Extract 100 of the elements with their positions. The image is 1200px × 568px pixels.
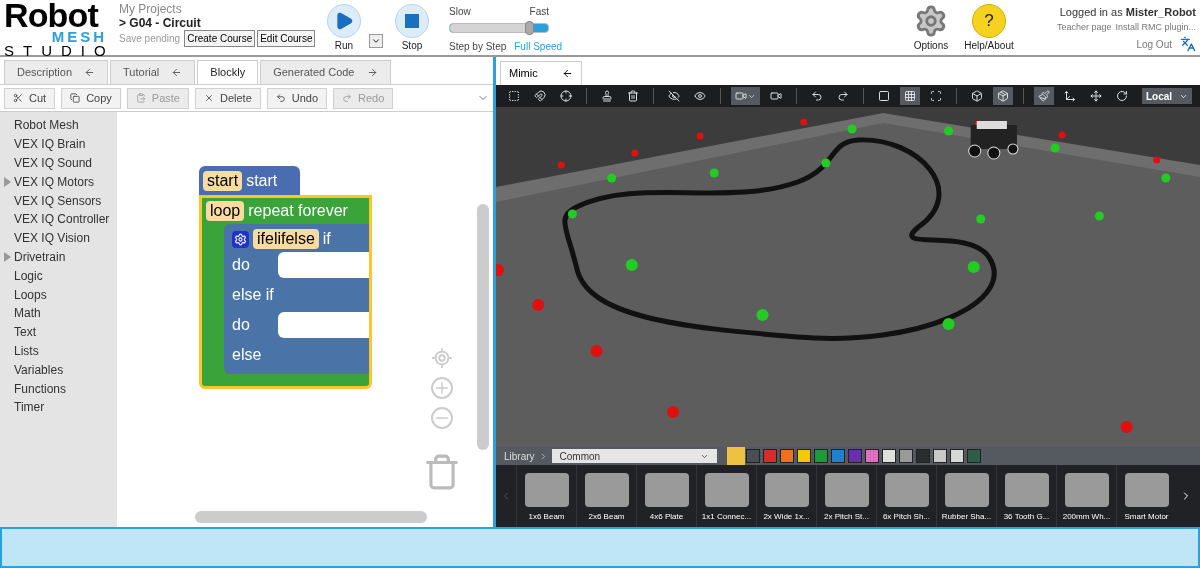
arrow-left-icon <box>84 67 96 78</box>
edit-button[interactable]: Undo <box>266 87 328 109</box>
library-part[interactable]: 6x Pitch Sh... <box>876 465 936 527</box>
magnet-icon <box>534 90 546 102</box>
account-link[interactable]: Teacher page <box>1056 20 1112 34</box>
panel-tab[interactable]: Blockly <box>197 60 259 84</box>
arrow-right-icon <box>366 67 378 78</box>
color-swatch[interactable] <box>779 449 794 463</box>
library-part[interactable]: 1x1 Connec... <box>696 465 756 527</box>
run-label: Run <box>334 39 354 53</box>
panel-tab[interactable]: Tutorial <box>110 60 196 84</box>
toolbox-category[interactable]: Variables <box>0 360 117 380</box>
track-scene-drawing[interactable] <box>496 107 1200 447</box>
toolbox-category[interactable]: VEX IQ Brain <box>0 134 117 154</box>
library-part[interactable]: 2x Wide 1x... <box>756 465 816 527</box>
if-block[interactable]: ifelifelse if do else if do else <box>224 224 369 374</box>
part-thumbnail <box>1004 473 1049 507</box>
vertical-scrollbar[interactable] <box>477 204 489 450</box>
toolbox-category[interactable]: Drivetrain <box>0 247 117 267</box>
run-dropdown[interactable] <box>369 34 383 48</box>
move-icon <box>1090 90 1102 102</box>
course-button[interactable]: Edit Course <box>257 30 316 47</box>
color-swatch[interactable] <box>898 449 913 463</box>
color-swatch[interactable] <box>915 449 930 463</box>
library-part[interactable]: 1x6 Beam <box>516 465 576 527</box>
eye-icon <box>694 90 706 102</box>
cube-icon <box>971 90 983 102</box>
horizontal-scrollbar[interactable] <box>195 511 427 523</box>
color-swatch[interactable] <box>847 449 862 463</box>
library-part[interactable]: 4x6 Plate <box>636 465 696 527</box>
color-swatch[interactable] <box>830 449 845 463</box>
gear-icon[interactable] <box>232 230 249 248</box>
account-link[interactable]: Install RMC plugin... <box>1115 20 1196 34</box>
library-part[interactable]: 2x6 Beam <box>576 465 636 527</box>
translate-icon[interactable] <box>1180 36 1196 52</box>
toolbox-category[interactable]: Timer <box>0 397 117 417</box>
toolbox-category[interactable]: Lists <box>0 341 117 361</box>
color-swatch[interactable] <box>745 449 760 463</box>
part-thumbnail <box>584 473 629 507</box>
color-swatch[interactable] <box>813 449 828 463</box>
start-block[interactable]: start start <box>199 166 300 195</box>
step-label: Step by Step <box>449 40 507 54</box>
undo-icon <box>275 93 286 103</box>
help-button[interactable]: ? Help/About <box>958 4 1020 53</box>
color-swatch[interactable] <box>932 449 947 463</box>
login-status: Logged in as Mister_Robot <box>1059 5 1196 20</box>
color-swatch[interactable] <box>881 449 896 463</box>
toolbox-category[interactable]: VEX IQ Sensors <box>0 191 117 210</box>
run-button[interactable] <box>327 4 361 38</box>
library-part[interactable]: 36 Tooth G... <box>996 465 1056 527</box>
rotate-icon <box>1116 90 1128 102</box>
cut-icon <box>13 93 23 103</box>
edit-button[interactable]: Copy <box>61 87 121 109</box>
color-swatch[interactable] <box>796 449 811 463</box>
loop-block[interactable]: loop repeat forever ifelifelse if do else if do else <box>199 195 372 389</box>
color-swatch[interactable] <box>864 449 879 463</box>
toolbox-category[interactable]: Text <box>0 322 117 342</box>
brush-icon <box>1038 90 1050 102</box>
color-swatch[interactable] <box>966 449 981 463</box>
library-part[interactable]: 2x Pitch St... <box>816 465 876 527</box>
color-swatch[interactable] <box>762 449 777 463</box>
library-part[interactable]: Smart Motor <box>1116 465 1176 527</box>
toolbox-category[interactable]: Math <box>0 303 117 323</box>
toolbox-category[interactable]: VEX IQ Vision <box>0 228 117 248</box>
library-part[interactable]: Rubber Sha... <box>936 465 996 527</box>
copy-icon <box>70 93 81 103</box>
block-label: else if <box>232 285 275 305</box>
block-label: else <box>232 345 263 365</box>
toolbox-category[interactable]: Functions <box>0 379 117 398</box>
move-3d-icon <box>1064 90 1076 102</box>
block-tag: start <box>203 170 243 191</box>
toolbox-category[interactable]: Logic <box>0 266 117 286</box>
edit-button[interactable]: Cut <box>4 87 56 109</box>
toolbox-category[interactable]: VEX IQ Motors <box>0 172 117 192</box>
panel-tab[interactable]: Description <box>4 60 109 84</box>
space-dropdown[interactable]: Local <box>1142 88 1192 104</box>
color-swatch[interactable] <box>949 449 964 463</box>
breadcrumb-link[interactable]: My Projects <box>119 2 319 16</box>
speed-slider[interactable] <box>449 23 549 33</box>
mimic-tab[interactable]: Mimic <box>500 61 582 85</box>
redo-icon <box>342 93 353 103</box>
category-select[interactable]: Common <box>551 449 717 463</box>
library-part[interactable]: 200mm Wh... <box>1056 465 1116 527</box>
logout-link[interactable]: Log Out <box>1136 36 1172 52</box>
camera-icon <box>770 90 782 102</box>
delete-icon <box>203 93 214 103</box>
caret-icon <box>371 36 381 46</box>
course-button[interactable]: Create Course <box>184 30 256 47</box>
block-label: start <box>246 170 278 191</box>
color-swatch[interactable] <box>728 449 743 463</box>
toolbox-category[interactable]: Loops <box>0 285 117 304</box>
stop-button[interactable] <box>395 4 429 38</box>
panel-tab[interactable]: Generated Code <box>260 60 391 84</box>
toolbox-category[interactable]: VEX IQ Sound <box>0 153 117 173</box>
toolbox-category[interactable]: Robot Mesh <box>0 116 117 135</box>
edit-button[interactable]: Delete <box>194 87 261 109</box>
block-label: do <box>232 255 251 275</box>
crosshair-icon <box>560 90 572 102</box>
toolbox-category[interactable]: VEX IQ Controller <box>0 210 117 229</box>
options-button[interactable]: Options <box>908 4 954 53</box>
